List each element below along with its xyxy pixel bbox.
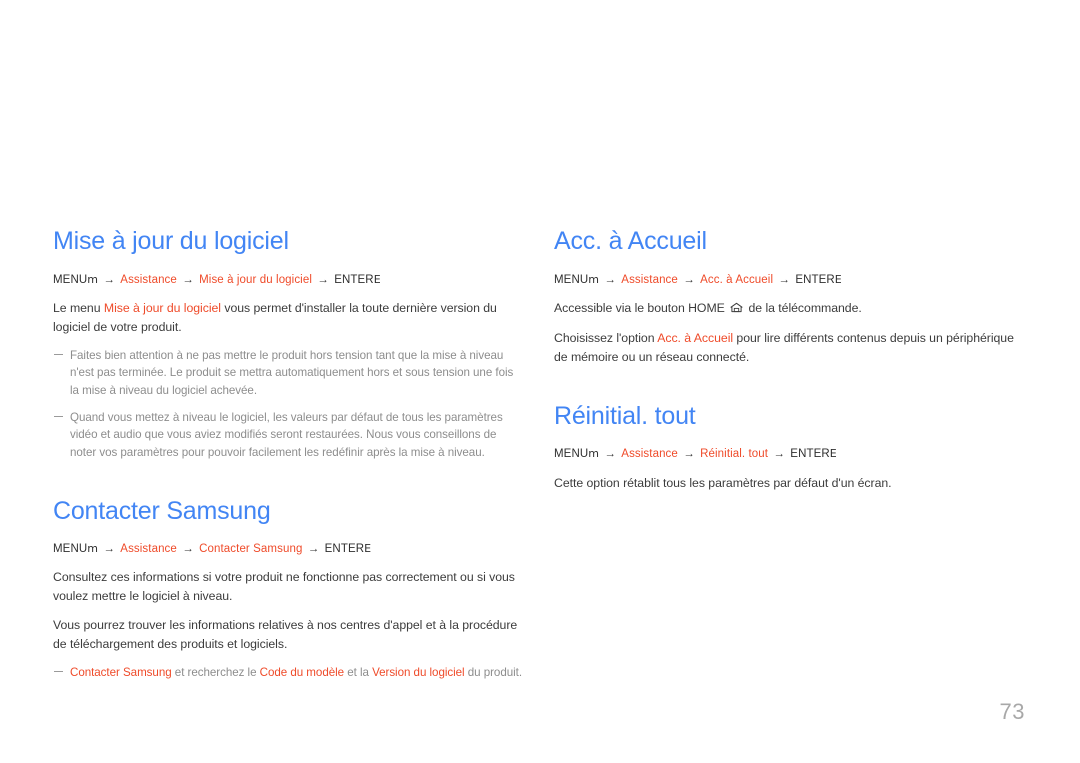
highlighted-term: Acc. à Accueil xyxy=(657,330,734,345)
section-title: Réinitial. tout xyxy=(554,401,696,430)
menu-path-arrow-icon: → xyxy=(601,273,620,286)
menu-path-enter-label: ENTER xyxy=(324,543,365,555)
text-run: et recherchez le xyxy=(171,666,260,680)
text-run: Faites bien attention à ne pas mettre le… xyxy=(70,348,514,398)
highlighted-term: Mise à jour du logiciel xyxy=(103,300,221,315)
menu-path-item: Contacter Samsung xyxy=(199,543,303,555)
menu-path-arrow-icon: → xyxy=(679,448,699,461)
enter-button-glyph-icon: E xyxy=(364,542,372,555)
menu-path: MENUm → Assistance → Acc. à Accueil → EN… xyxy=(554,272,1024,289)
menu-button-glyph-icon: m xyxy=(588,272,600,286)
note-item: Contacter Samsung et recherchez le Code … xyxy=(53,664,523,682)
menu-path: MENUm → Assistance → Contacter Samsung →… xyxy=(53,541,523,558)
note-list: Contacter Samsung et recherchez le Code … xyxy=(53,664,523,682)
note-item: Quand vous mettez à niveau le logiciel, … xyxy=(53,409,523,462)
menu-path-item: Acc. à Accueil xyxy=(700,273,774,286)
content-column-right: Acc. à Accueil MENUm → Assistance → Acc. … xyxy=(554,227,1024,503)
menu-path-menu-label: MENU xyxy=(53,273,88,286)
menu-path-enter-label: ENTER xyxy=(795,273,835,286)
text-run: de la télécommande. xyxy=(745,300,862,315)
section-acc-a-accueil: Acc. à Accueil MENUm → Assistance → Acc. … xyxy=(554,227,1024,367)
section-reinitial-tout: Réinitial. tout MENUm → Assistance → Réin… xyxy=(554,401,1024,493)
text-run: Vous pourrez trouver les informations re… xyxy=(53,618,518,652)
text-run: Choisissez l'option xyxy=(554,330,658,345)
text-run: Accessible via le bouton HOME xyxy=(554,300,729,315)
menu-path-arrow-icon: → xyxy=(304,543,323,555)
menu-button-glyph-icon: m xyxy=(588,447,600,461)
menu-path-item: Réinitial. tout xyxy=(700,448,769,461)
home-icon xyxy=(730,300,743,319)
menu-path-arrow-icon: → xyxy=(178,543,198,555)
menu-path-arrow-icon: → xyxy=(100,543,119,555)
enter-button-glyph-icon: E xyxy=(373,272,381,286)
menu-path-menu-label: MENU xyxy=(53,543,88,555)
menu-path-arrow-icon: → xyxy=(601,448,620,461)
body-paragraph: Cette option rétablit tous les paramètre… xyxy=(554,474,1024,493)
menu-path-enter-label: ENTER xyxy=(790,448,830,461)
menu-path-arrow-icon: → xyxy=(100,273,119,286)
text-run: du produit. xyxy=(464,666,522,680)
menu-button-glyph-icon: m xyxy=(87,272,99,286)
text-run: et la xyxy=(344,666,373,680)
section-mise-a-jour-du-logiciel: Mise à jour du logiciel MENUm → Assistanc… xyxy=(53,227,523,462)
text-run: Cette option rétablit tous les paramètre… xyxy=(554,475,892,490)
menu-path-assistance: Assistance xyxy=(621,448,678,461)
menu-path-assistance: Assistance xyxy=(120,543,177,555)
menu-path: MENUm → Assistance → Mise à jour du logi… xyxy=(53,272,523,289)
section-title: Contacter Samsung xyxy=(53,496,271,525)
content-column-left: Mise à jour du logiciel MENUm → Assistanc… xyxy=(53,227,523,683)
highlighted-term: Code du modèle xyxy=(259,666,345,680)
text-run: Le menu xyxy=(53,300,104,315)
highlighted-term: Contacter Samsung xyxy=(70,666,172,680)
menu-path-arrow-icon: → xyxy=(775,273,794,286)
menu-path-arrow-icon: → xyxy=(770,448,789,461)
enter-button-glyph-icon: E xyxy=(834,272,842,286)
document-page: Mise à jour du logiciel MENUm → Assistanc… xyxy=(0,0,1080,763)
menu-path-enter-label: ENTER xyxy=(334,273,374,286)
body-paragraph: Le menu Mise à jour du logiciel vous per… xyxy=(53,299,523,337)
body-paragraph: Consultez ces informations si votre prod… xyxy=(53,568,523,606)
menu-button-glyph-icon: m xyxy=(87,542,99,555)
page-number: 73 xyxy=(999,699,1025,724)
menu-path-menu-label: MENU xyxy=(554,448,589,461)
section-title: Mise à jour du logiciel xyxy=(53,227,289,255)
section-title: Acc. à Accueil xyxy=(554,227,707,255)
menu-path: MENUm → Assistance → Réinitial. tout → E… xyxy=(554,446,1024,463)
highlighted-term: Version du logiciel xyxy=(372,666,465,680)
note-item: Faites bien attention à ne pas mettre le… xyxy=(53,347,523,400)
menu-path-arrow-icon: → xyxy=(178,273,198,286)
menu-path-assistance: Assistance xyxy=(621,273,678,286)
text-run: Consultez ces informations si votre prod… xyxy=(53,570,515,604)
note-list: Faites bien attention à ne pas mettre le… xyxy=(53,347,523,462)
enter-button-glyph-icon: E xyxy=(829,447,837,461)
menu-path-assistance: Assistance xyxy=(120,273,177,286)
menu-path-arrow-icon: → xyxy=(314,273,333,286)
menu-path-arrow-icon: → xyxy=(679,273,699,286)
body-paragraph: Accessible via le bouton HOME de la télé… xyxy=(554,299,1024,319)
body-paragraph: Choisissez l'option Acc. à Accueil pour … xyxy=(554,329,1024,367)
text-run: Quand vous mettez à niveau le logiciel, … xyxy=(70,410,503,459)
menu-path-item: Mise à jour du logiciel xyxy=(199,273,312,286)
body-paragraph: Vous pourrez trouver les informations re… xyxy=(53,616,523,654)
section-contacter-samsung: Contacter Samsung MENUm → Assistance → Co… xyxy=(53,496,523,683)
menu-path-menu-label: MENU xyxy=(554,273,589,286)
